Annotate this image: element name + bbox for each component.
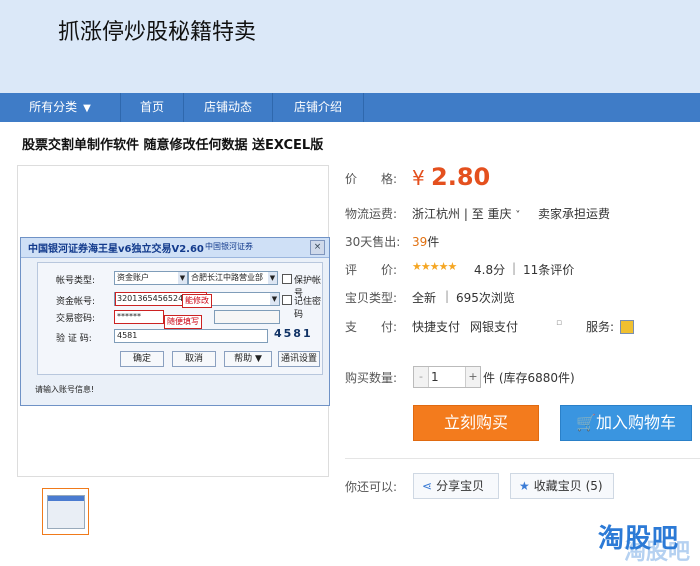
shipping-label: 物流运费: [345, 207, 398, 221]
product-thumbnail[interactable] [42, 488, 89, 535]
account-type-label: 帐号类型: [56, 276, 96, 286]
dialog-title: 中国银河证券海王星v6独立交易V2.60 [28, 244, 204, 255]
dialog-cancel-button: 取消 [172, 351, 216, 367]
rating-separator: | [512, 261, 517, 275]
rating-score: 4.8分 [474, 263, 506, 277]
trade-password-input: ****** [114, 310, 164, 324]
shop-header: 抓涨停炒股秘籍特卖 [0, 0, 700, 93]
share-label: 分享宝贝 [436, 479, 485, 493]
nav-shop-intro[interactable]: 店铺介绍 [273, 93, 364, 122]
buy-now-button[interactable]: 立刻购买 [413, 405, 539, 441]
thumbnail-title-bar [48, 496, 84, 501]
nav-shop-news[interactable]: 店铺动态 [184, 93, 273, 122]
shipping-destination[interactable]: 重庆 [488, 207, 512, 221]
product-title: 股票交割单制作软件 随意修改任何数据 送EXCEL版 [22, 138, 324, 153]
remember-password-label: 记住密码 [294, 297, 322, 320]
protect-account-checkbox [282, 274, 292, 284]
login-dialog-image: 中国银河证券海王星v6独立交易V2.60 中国银河证券 × 帐号类型: 资金账户… [20, 237, 330, 406]
captcha-image: 4581 [274, 327, 313, 340]
type-label: 宝贝类型: [345, 291, 398, 305]
soft-keyboard-icon [214, 310, 280, 324]
collect-button[interactable]: ★ 收藏宝贝 (5) [510, 473, 614, 499]
watermark-shadow: 淘股吧 [624, 540, 691, 565]
shipping-from: 浙江杭州 [412, 207, 461, 221]
dialog-help-button: 帮助 ▼ [224, 351, 272, 367]
shipping-info: 浙江杭州 | 至 重庆 ˅ [412, 205, 520, 222]
fund-account-label: 资金帐号: [56, 297, 96, 307]
can-also-label: 你还可以: [345, 480, 398, 494]
chevron-down-icon: ▼ [83, 103, 91, 114]
trade-password-note: 随便填写 [164, 315, 202, 329]
close-icon: × [310, 240, 325, 255]
stock-info: 件 (库存6880件) [483, 371, 575, 385]
nav-home[interactable]: 首页 [121, 93, 184, 122]
quantity-decrease-button[interactable]: - [414, 367, 429, 387]
rating-stars-icon: ★★★★★ [412, 260, 457, 273]
account-type-value: 资金账户 [117, 273, 149, 282]
chevron-down-icon[interactable]: ˅ [515, 210, 520, 221]
divider [345, 458, 700, 459]
star-icon: ★ [519, 479, 530, 493]
branch-select: 合肥长江中路营业部 ▼ [188, 271, 278, 285]
dialog-comm-settings-button: 通讯设置 [278, 351, 320, 367]
sold-label: 30天售出: [345, 235, 401, 249]
cart-icon: 🛒 [576, 413, 596, 432]
payment-netbank: 网银支付 [470, 320, 519, 334]
shipping-sep: | 至 [460, 207, 488, 221]
sold-count: 39 [412, 235, 428, 249]
service-badge-icon[interactable] [620, 320, 634, 334]
nav-all-categories[interactable]: 所有分类 ▼ [0, 93, 121, 122]
shop-nav: 所有分类 ▼ 首页 店铺动态 店铺介绍 [0, 93, 700, 122]
dialog-logo: 中国银河证券 [205, 242, 253, 251]
shop-title: 抓涨停炒股秘籍特卖 [58, 20, 257, 45]
shipping-fee: 卖家承担运费 [538, 207, 611, 221]
sold-info: 39件 [412, 233, 439, 250]
add-to-cart-label: 加入购物车 [595, 413, 676, 432]
dialog-status-text: 请输入账号信息! [35, 385, 95, 394]
captcha-label: 验 证 码: [56, 334, 92, 344]
quantity-increase-button[interactable]: + [465, 367, 480, 387]
price-label: 价 格: [345, 172, 398, 186]
captcha-input: 4581 [114, 329, 268, 343]
collect-label: 收藏宝贝 (5) [533, 479, 603, 493]
product-main-image[interactable]: 中国银河证券海王星v6独立交易V2.60 中国银河证券 × 帐号类型: 资金账户… [17, 165, 330, 477]
payment-label: 支 付: [345, 320, 398, 334]
view-count: 695次浏览 [456, 291, 515, 305]
dropdown-arrow-icon: ▼ [268, 272, 277, 284]
trade-password-label: 交易密码: [56, 314, 96, 324]
service-label: 服务: [586, 320, 615, 334]
sold-unit: 件 [427, 235, 440, 249]
currency-symbol: ¥ [412, 166, 425, 190]
payment-quick: 快捷支付 [412, 320, 461, 334]
thumbnail-preview [47, 495, 85, 529]
branch-value: 合肥长江中路营业部 [191, 273, 263, 282]
dialog-form-panel: 帐号类型: 资金账户 ▼ 合肥长江中路营业部 ▼ 保护帐号 资金帐号: 320136… [37, 262, 323, 375]
dropdown-arrow-icon: ▼ [270, 293, 279, 305]
dialog-ok-button: 确定 [120, 351, 164, 367]
type-separator: | [445, 289, 450, 303]
quantity-input[interactable]: 1 [431, 367, 465, 387]
quantity-label: 购买数量: [345, 371, 398, 385]
dropdown-arrow-icon: ▼ [178, 272, 187, 284]
share-icon: ⋖ [422, 479, 433, 493]
dialog-title-bar: 中国银河证券海王星v6独立交易V2.60 中国银河证券 × [21, 238, 329, 258]
type-value: 全新 [412, 291, 437, 305]
fund-account-note: 能修改 [182, 294, 212, 308]
product-price: 2.80 [431, 163, 491, 191]
quantity-stepper: - 1 + [413, 366, 481, 388]
review-count-link[interactable]: 11条评价 [523, 261, 574, 278]
account-type-select: 资金账户 ▼ [114, 271, 188, 285]
nav-all-categories-label: 所有分类 [29, 100, 78, 114]
add-to-cart-button[interactable]: 🛒加入购物车 [560, 405, 692, 441]
share-button[interactable]: ⋖ 分享宝贝 [413, 473, 499, 499]
rating-label: 评 价: [345, 263, 398, 277]
remember-password-checkbox [282, 295, 292, 305]
payment-more-icon[interactable]: ▫ [556, 318, 562, 328]
